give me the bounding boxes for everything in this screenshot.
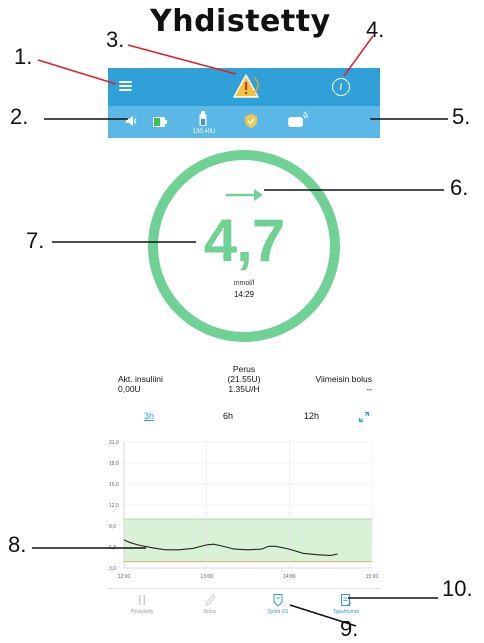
expand-arrows-icon[interactable] <box>358 411 370 423</box>
y-tick-label: 9,0 <box>109 524 116 530</box>
nav-bolus-label: Bolus <box>203 609 217 615</box>
y-tick-label: 15,0 <box>109 482 119 488</box>
last-bolus-block: Viimeisin bolus -- <box>315 374 372 394</box>
callout-7: 7. <box>26 228 45 253</box>
status-bar: 130.40U <box>108 106 380 138</box>
x-tick-label: 13:00 <box>200 574 213 580</box>
nav-bolus[interactable]: Bolus <box>176 589 244 621</box>
info-circle-icon[interactable]: i <box>332 78 350 96</box>
speaker-vibrate-icon[interactable] <box>124 115 142 127</box>
bottom-navigation: Pysäytetty Bolus Syötä VS Tapahtumat <box>108 588 380 621</box>
callout-6: 6. <box>450 175 469 200</box>
reservoir-label: 130.40U <box>192 129 216 135</box>
glucose-drop-icon <box>273 594 283 607</box>
target-range-band <box>124 519 372 562</box>
app-header: i <box>108 68 380 106</box>
glucose-value: 4,7 <box>203 207 285 274</box>
y-tick-label: 3,0 <box>109 566 116 572</box>
hamburger-menu-icon[interactable] <box>119 81 132 92</box>
nav-paused[interactable]: Pysäytetty <box>108 589 176 621</box>
nav-events-label: Tapahtumat <box>332 609 360 615</box>
callout-line-1 <box>37 59 117 85</box>
y-tick-label: 21,0 <box>109 440 119 446</box>
time-range-tabs: 3h 6h 12h <box>108 411 380 427</box>
callout-1: 1. <box>14 44 33 69</box>
callout-3: 3. <box>106 27 125 52</box>
callout-5: 5. <box>452 104 471 129</box>
callout-8: 8. <box>8 532 27 557</box>
glucose-chart: 21,0 18,0 15,0 12,0 9,0 6,0 3,012:00 13:00 14:00… <box>109 440 379 580</box>
x-tick-label: 12:00 <box>118 574 131 580</box>
basal-label: Perus <box>232 364 256 374</box>
shield-check-icon[interactable] <box>244 113 258 129</box>
page-title: Yhdistetty <box>150 4 331 39</box>
pen-icon <box>205 594 216 606</box>
nav-enter-bg-label: Syötä VS <box>267 609 289 615</box>
pause-icon <box>139 595 145 605</box>
phone-screen: i 130.40U 4,7 mmol/l 14:29 Akt. insuliin… <box>108 68 380 621</box>
insulin-cartridge-icon[interactable] <box>198 110 208 128</box>
tab-6h[interactable]: 6h <box>223 411 233 421</box>
glucose-time: 14:29 <box>233 290 255 299</box>
warning-triangle-icon[interactable] <box>232 72 260 100</box>
x-tick-label: 15:00 <box>366 574 379 580</box>
glucose-unit: mmol/l <box>233 280 255 287</box>
cgm-transmitter-icon[interactable] <box>286 110 308 130</box>
y-tick-label: 6,0 <box>109 545 116 551</box>
tab-12h[interactable]: 12h <box>304 411 319 421</box>
x-tick-label: 14:00 <box>283 574 296 580</box>
y-tick-label: 18,0 <box>109 461 119 467</box>
events-list-icon <box>341 594 352 606</box>
nav-paused-label: Pysäytetty <box>130 609 154 615</box>
last-bolus-value: -- <box>366 384 372 394</box>
nav-enter-bg[interactable]: Syötä VS <box>244 589 312 621</box>
y-tick-label: 12,0 <box>109 503 119 509</box>
callout-4: 4. <box>366 17 385 42</box>
callout-2: 2. <box>10 104 29 129</box>
tab-3h[interactable]: 3h <box>144 411 154 421</box>
nav-events[interactable]: Tapahtumat <box>312 589 380 621</box>
callout-10: 10. <box>442 576 473 601</box>
last-bolus-label: Viimeisin bolus <box>315 374 372 384</box>
battery-icon[interactable] <box>152 115 168 129</box>
arrow-right-icon <box>226 189 263 201</box>
